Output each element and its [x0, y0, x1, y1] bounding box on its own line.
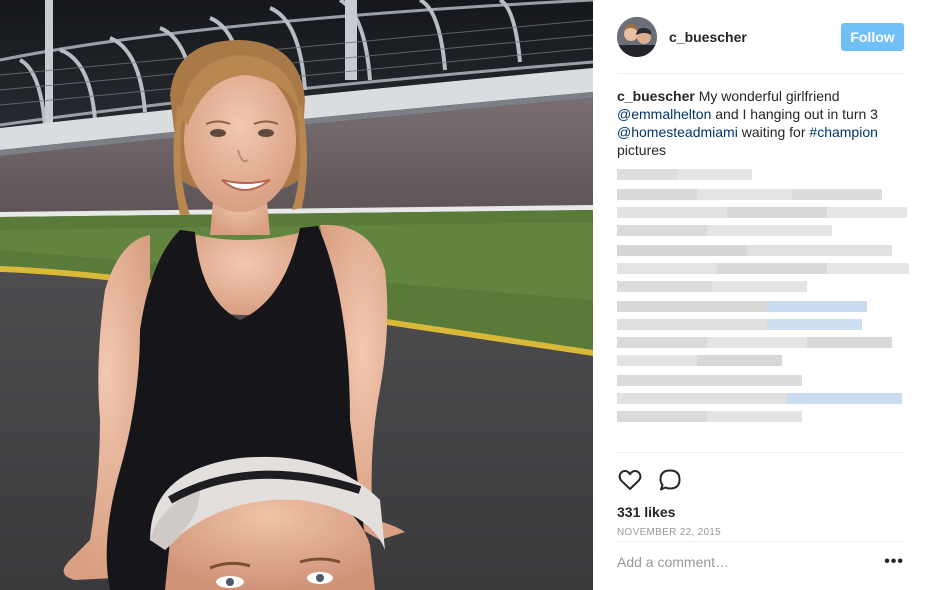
blurred-comment-line	[617, 319, 862, 330]
caption-text: My wonderful girlfriend	[694, 88, 840, 104]
caption-username[interactable]: c_buescher	[617, 88, 695, 104]
caption-text: waiting for	[737, 124, 810, 140]
post-actions: 331 likes NOVEMBER 22, 2015 •••	[617, 452, 904, 580]
blurred-comment-line	[617, 225, 832, 236]
post-side-panel: c_buescher Follow c_buescher My wonderfu…	[593, 0, 926, 590]
blurred-comment-line	[617, 301, 867, 312]
more-options-icon[interactable]: •••	[884, 553, 904, 571]
follow-button[interactable]: Follow	[841, 22, 904, 51]
blurred-comment-line	[617, 337, 892, 348]
blurred-comments	[617, 169, 909, 431]
blurred-comment-line	[617, 355, 782, 366]
caption-hashtag-champion[interactable]: #champion	[809, 124, 878, 140]
post-photo[interactable]	[0, 0, 593, 590]
blurred-comment-line	[617, 411, 802, 422]
post-author-username[interactable]: c_buescher	[669, 29, 841, 45]
caption-mention-emmalhelton[interactable]: @emmalhelton	[617, 106, 711, 122]
post-date: NOVEMBER 22, 2015	[617, 527, 722, 538]
heart-icon[interactable]	[617, 467, 643, 493]
avatar-image	[617, 16, 657, 57]
caption-text: and I hanging out in turn 3	[711, 106, 878, 122]
blurred-comment-line	[617, 245, 892, 256]
blurred-comment-line	[617, 375, 802, 386]
blurred-comment-line	[617, 263, 909, 274]
blurred-comment-line	[617, 189, 882, 200]
caption-text: pictures	[617, 142, 667, 158]
photo-image	[0, 0, 593, 590]
comment-bubble-icon[interactable]	[657, 467, 683, 493]
comment-input[interactable]	[617, 553, 885, 570]
avatar[interactable]	[617, 16, 657, 57]
action-icons-row	[617, 453, 904, 497]
post-header: c_buescher Follow	[617, 0, 904, 74]
likes-count[interactable]: 331 likes	[617, 504, 904, 520]
post-caption: c_buescher My wonderful girlfriend @emma…	[617, 74, 904, 159]
caption-mention-homesteadmiami[interactable]: @homesteadmiami	[617, 124, 738, 140]
blurred-comment-line	[617, 393, 902, 404]
comment-bar: •••	[617, 541, 904, 581]
blurred-comment-line	[617, 207, 907, 218]
blurred-comment-line	[617, 169, 752, 180]
blurred-comment-line	[617, 281, 807, 292]
